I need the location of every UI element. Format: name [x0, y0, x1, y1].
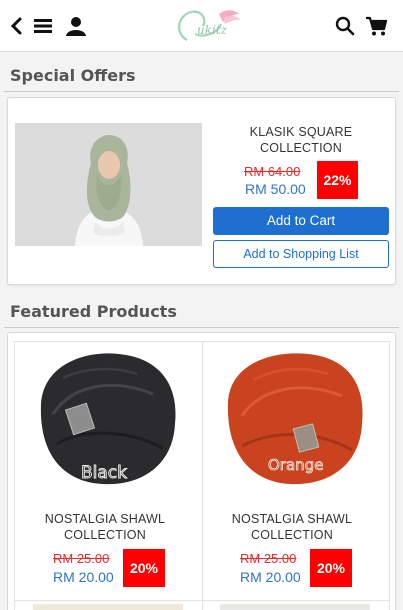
product-image-partial[interactable]	[33, 604, 183, 610]
divider	[4, 91, 399, 92]
old-price: RM 64.00	[244, 164, 301, 179]
back-icon[interactable]	[6, 14, 30, 38]
cart-icon[interactable]	[365, 14, 389, 38]
discount-badge: 22%	[317, 161, 358, 199]
search-icon[interactable]	[333, 14, 357, 38]
cukitz-logo[interactable]: ukitz	[173, 4, 245, 48]
new-price: RM 20.00	[240, 569, 301, 585]
product-name[interactable]: KLASIK SQUARE COLLECTION	[214, 124, 388, 156]
product-image[interactable]: Black	[33, 344, 183, 494]
special-offers-title: Special Offers	[10, 66, 136, 85]
add-to-shopping-list-button[interactable]: Add to Shopping List	[213, 240, 389, 268]
image-caption: Orange	[268, 456, 323, 474]
old-price: RM 25.00	[53, 551, 110, 566]
app-header: ukitz	[0, 0, 403, 52]
product-name[interactable]: NOSTALGIA SHAWL COLLECTION	[202, 511, 382, 543]
menu-icon[interactable]	[32, 14, 56, 38]
featured-products-grid: Black NOSTALGIA SHAWL COLLECTION RM 25.0…	[7, 332, 396, 610]
image-caption: Black	[81, 463, 127, 483]
product-image[interactable]: Orange	[220, 344, 370, 494]
grid-line	[14, 600, 390, 601]
discount-badge: 20%	[123, 549, 165, 587]
old-price: RM 25.00	[240, 551, 297, 566]
special-offer-card: KLASIK SQUARE COLLECTION RM 64.00 RM 50.…	[7, 97, 396, 285]
user-icon[interactable]	[64, 14, 88, 38]
add-to-cart-button[interactable]: Add to Cart	[213, 207, 389, 235]
product-image-partial[interactable]	[220, 604, 370, 610]
discount-badge: 20%	[310, 549, 352, 587]
product-name[interactable]: NOSTALGIA SHAWL COLLECTION	[15, 511, 195, 543]
grid-line	[202, 341, 203, 610]
grid-line	[14, 341, 15, 610]
new-price: RM 20.00	[53, 569, 114, 585]
svg-text:ukitz: ukitz	[197, 23, 228, 37]
grid-line	[389, 341, 390, 610]
divider	[4, 327, 399, 328]
product-image[interactable]	[15, 123, 202, 246]
featured-products-title: Featured Products	[10, 302, 177, 321]
new-price: RM 50.00	[245, 181, 306, 197]
